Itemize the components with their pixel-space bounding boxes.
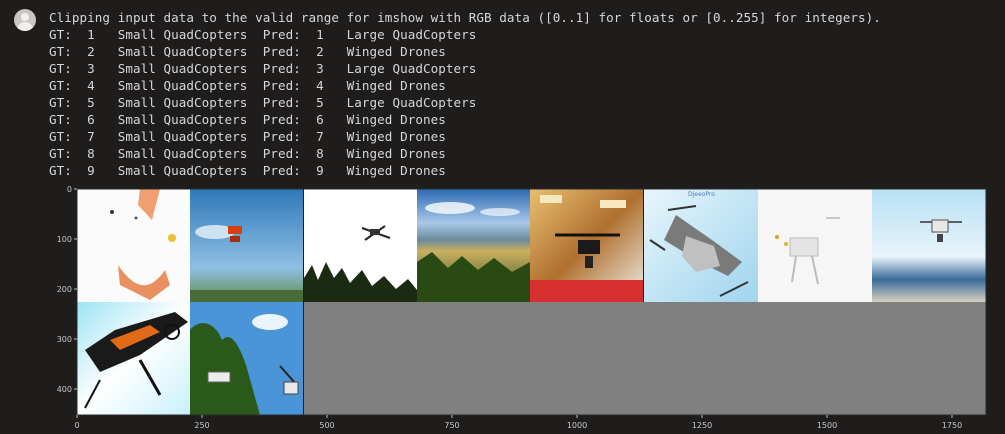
- x-tick-label: 250: [194, 421, 209, 430]
- tile-7-white-drone: [758, 189, 872, 302]
- x-tick-label: 500: [319, 421, 334, 430]
- tile-8-beach-drone: [872, 189, 986, 302]
- x-tick-label: 0: [74, 421, 79, 430]
- y-axis: 0 100 200 300 400: [57, 185, 77, 394]
- plot-axes: DjeeoPro: [76, 188, 987, 416]
- tile-5-wood-drone: [530, 189, 643, 302]
- tile-4-landscape: [417, 189, 530, 302]
- y-tick-label: 200: [57, 285, 72, 294]
- x-tick-label: 1500: [817, 421, 837, 430]
- y-tick-label: 100: [57, 235, 72, 244]
- y-tick-label: 0: [67, 185, 72, 194]
- tile-1-orange-blur: [77, 189, 190, 302]
- x-axis: 0 250 500 750 1000 1250 1500 1750: [74, 415, 962, 430]
- tile-3-black-drone-trees: [304, 189, 417, 302]
- tile-6-grey-drone-closeup: DjeeoPro: [644, 189, 758, 302]
- empty-grid-area: [304, 302, 986, 415]
- y-tick-label: 400: [57, 385, 72, 394]
- x-tick-label: 1750: [942, 421, 962, 430]
- x-tick-label: 1250: [692, 421, 712, 430]
- image-grid-plot: DjeeoPro 0 250 500 750 1000 1250 1500 17…: [57, 185, 987, 430]
- tile-10-drone-trees: [190, 302, 303, 415]
- tile-6-image-text: DjeeoPro: [688, 191, 715, 198]
- tile-2-sky-red-drone: [190, 189, 303, 302]
- x-tick-label: 750: [444, 421, 459, 430]
- x-tick-label: 1000: [567, 421, 587, 430]
- y-tick-label: 300: [57, 335, 72, 344]
- tile-9-orange-drone: [77, 302, 190, 415]
